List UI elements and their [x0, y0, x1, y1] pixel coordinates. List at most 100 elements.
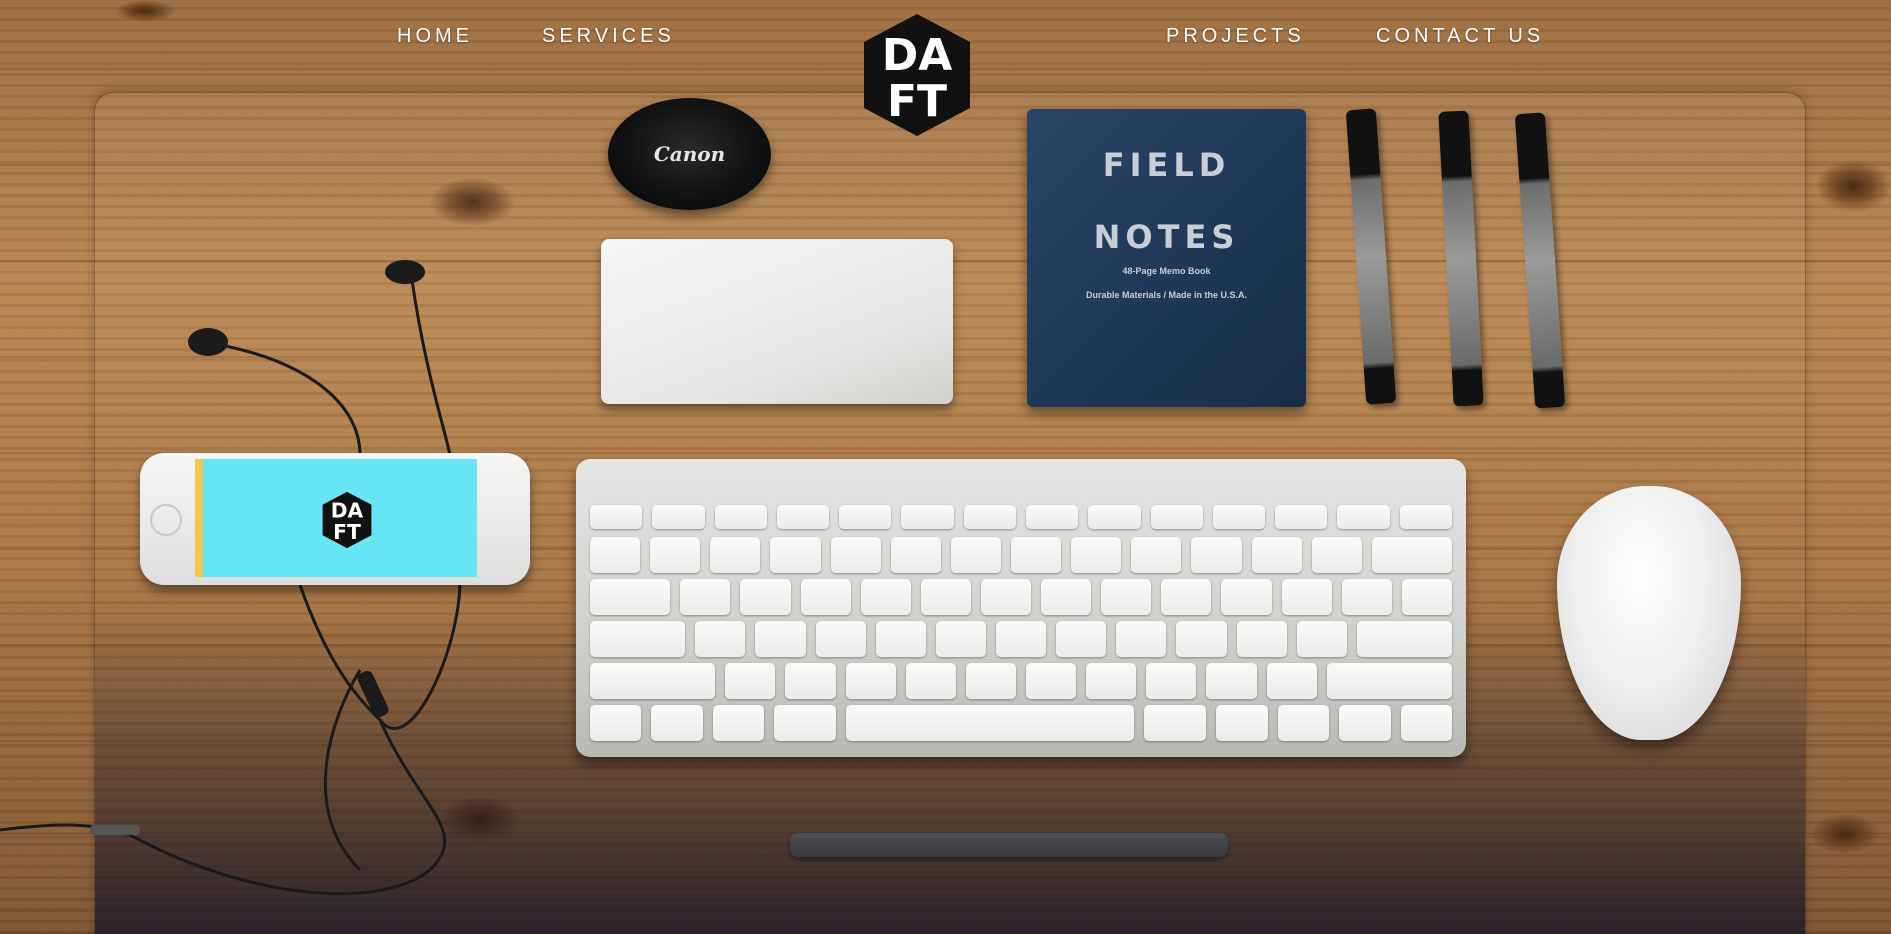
- nav-projects-link[interactable]: PROJECTS: [1166, 25, 1305, 48]
- key: [1025, 505, 1079, 529]
- key: [875, 621, 926, 657]
- key: [890, 537, 941, 573]
- notebook-image: FIELD NOTES 48-Page Memo Book Durable Ma…: [1027, 109, 1306, 407]
- key: [590, 537, 641, 573]
- phone-home-button: [150, 504, 182, 536]
- key: [830, 537, 881, 573]
- key: [965, 663, 1017, 699]
- key: [1371, 537, 1453, 573]
- key: [590, 663, 716, 699]
- key: [1281, 579, 1332, 615]
- key: [1146, 663, 1197, 699]
- key: [651, 705, 703, 741]
- key: [774, 705, 837, 741]
- key: [935, 621, 986, 657]
- notebook-subtitle-line1: 48-Page Memo Book: [1122, 266, 1211, 276]
- key: [1311, 537, 1362, 573]
- key: [714, 505, 767, 529]
- key: [1176, 621, 1227, 657]
- wood-knot: [1816, 160, 1891, 212]
- key: [1101, 579, 1152, 615]
- notebook-title-line1: FIELD: [1102, 146, 1231, 184]
- key: [1401, 579, 1453, 615]
- key: [800, 579, 851, 615]
- key: [815, 621, 866, 657]
- key: [860, 579, 911, 615]
- key: [590, 505, 643, 529]
- nav-services-link[interactable]: SERVICES: [542, 25, 675, 48]
- logo[interactable]: DA FT: [858, 12, 976, 138]
- key: [1277, 705, 1330, 741]
- key: [725, 663, 776, 699]
- fineliner-pen-image: [790, 833, 1228, 857]
- nav-home-link[interactable]: HOME: [397, 25, 473, 48]
- key: [755, 621, 806, 657]
- logo-line1: DA: [882, 30, 953, 81]
- key: [845, 663, 896, 699]
- keyboard-row: [590, 537, 1453, 573]
- hard-drive-image: [601, 239, 953, 404]
- key: [920, 579, 971, 615]
- key: [1056, 621, 1107, 657]
- nav-contact-link[interactable]: CONTACT US: [1376, 25, 1544, 48]
- phone-image: DA FT: [140, 453, 530, 585]
- key: [1212, 505, 1266, 529]
- lens-cap-image: Canon: [608, 98, 771, 210]
- key: [1236, 621, 1287, 657]
- wood-knot: [115, 0, 175, 22]
- key: [590, 579, 671, 615]
- key: [1150, 505, 1203, 529]
- key: [1339, 705, 1391, 741]
- key: [740, 579, 791, 615]
- key: [995, 621, 1047, 657]
- key: [1041, 579, 1092, 615]
- key: [1191, 537, 1242, 573]
- key: [590, 705, 642, 741]
- key: [1206, 663, 1257, 699]
- key: [1337, 505, 1390, 529]
- key: [1088, 505, 1141, 529]
- key: [590, 621, 686, 657]
- key: [846, 705, 1135, 741]
- phone-logo-line2: FT: [333, 520, 361, 544]
- key: [980, 579, 1032, 615]
- phone-logo-icon: DA FT: [322, 491, 372, 549]
- key: [1026, 663, 1077, 699]
- key: [1131, 537, 1182, 573]
- key: [1216, 705, 1268, 741]
- key: [1221, 579, 1272, 615]
- keyboard-row: [590, 505, 1452, 529]
- key: [680, 579, 731, 615]
- key: [695, 621, 746, 657]
- key: [1161, 579, 1212, 615]
- key: [712, 705, 765, 741]
- key: [1116, 621, 1167, 657]
- key: [1275, 505, 1328, 529]
- key: [710, 537, 761, 573]
- key: [1086, 663, 1137, 699]
- keyboard-row: [590, 705, 1453, 741]
- notebook-subtitle-line2: Durable Materials / Made in the U.S.A.: [1085, 290, 1248, 300]
- key: [1010, 537, 1062, 573]
- key: [1356, 621, 1453, 657]
- keyboard-row: [590, 579, 1453, 615]
- key: [950, 537, 1001, 573]
- logo-line2: FT: [887, 76, 947, 127]
- key: [770, 537, 821, 573]
- key: [1251, 537, 1302, 573]
- key: [1326, 663, 1453, 699]
- key: [963, 505, 1016, 529]
- key: [776, 505, 830, 529]
- key: [650, 537, 701, 573]
- key: [652, 505, 705, 529]
- key: [1400, 705, 1453, 741]
- keyboard-image: [576, 459, 1466, 757]
- phone-logo-line1: DA: [331, 499, 364, 523]
- wood-knot: [1810, 814, 1880, 854]
- key: [839, 505, 892, 529]
- notebook-title-line2: NOTES: [1093, 218, 1240, 256]
- key: [1341, 579, 1392, 615]
- lens-cap-brand: Canon: [653, 142, 726, 166]
- key: [1296, 621, 1347, 657]
- keyboard-row: [590, 621, 1453, 657]
